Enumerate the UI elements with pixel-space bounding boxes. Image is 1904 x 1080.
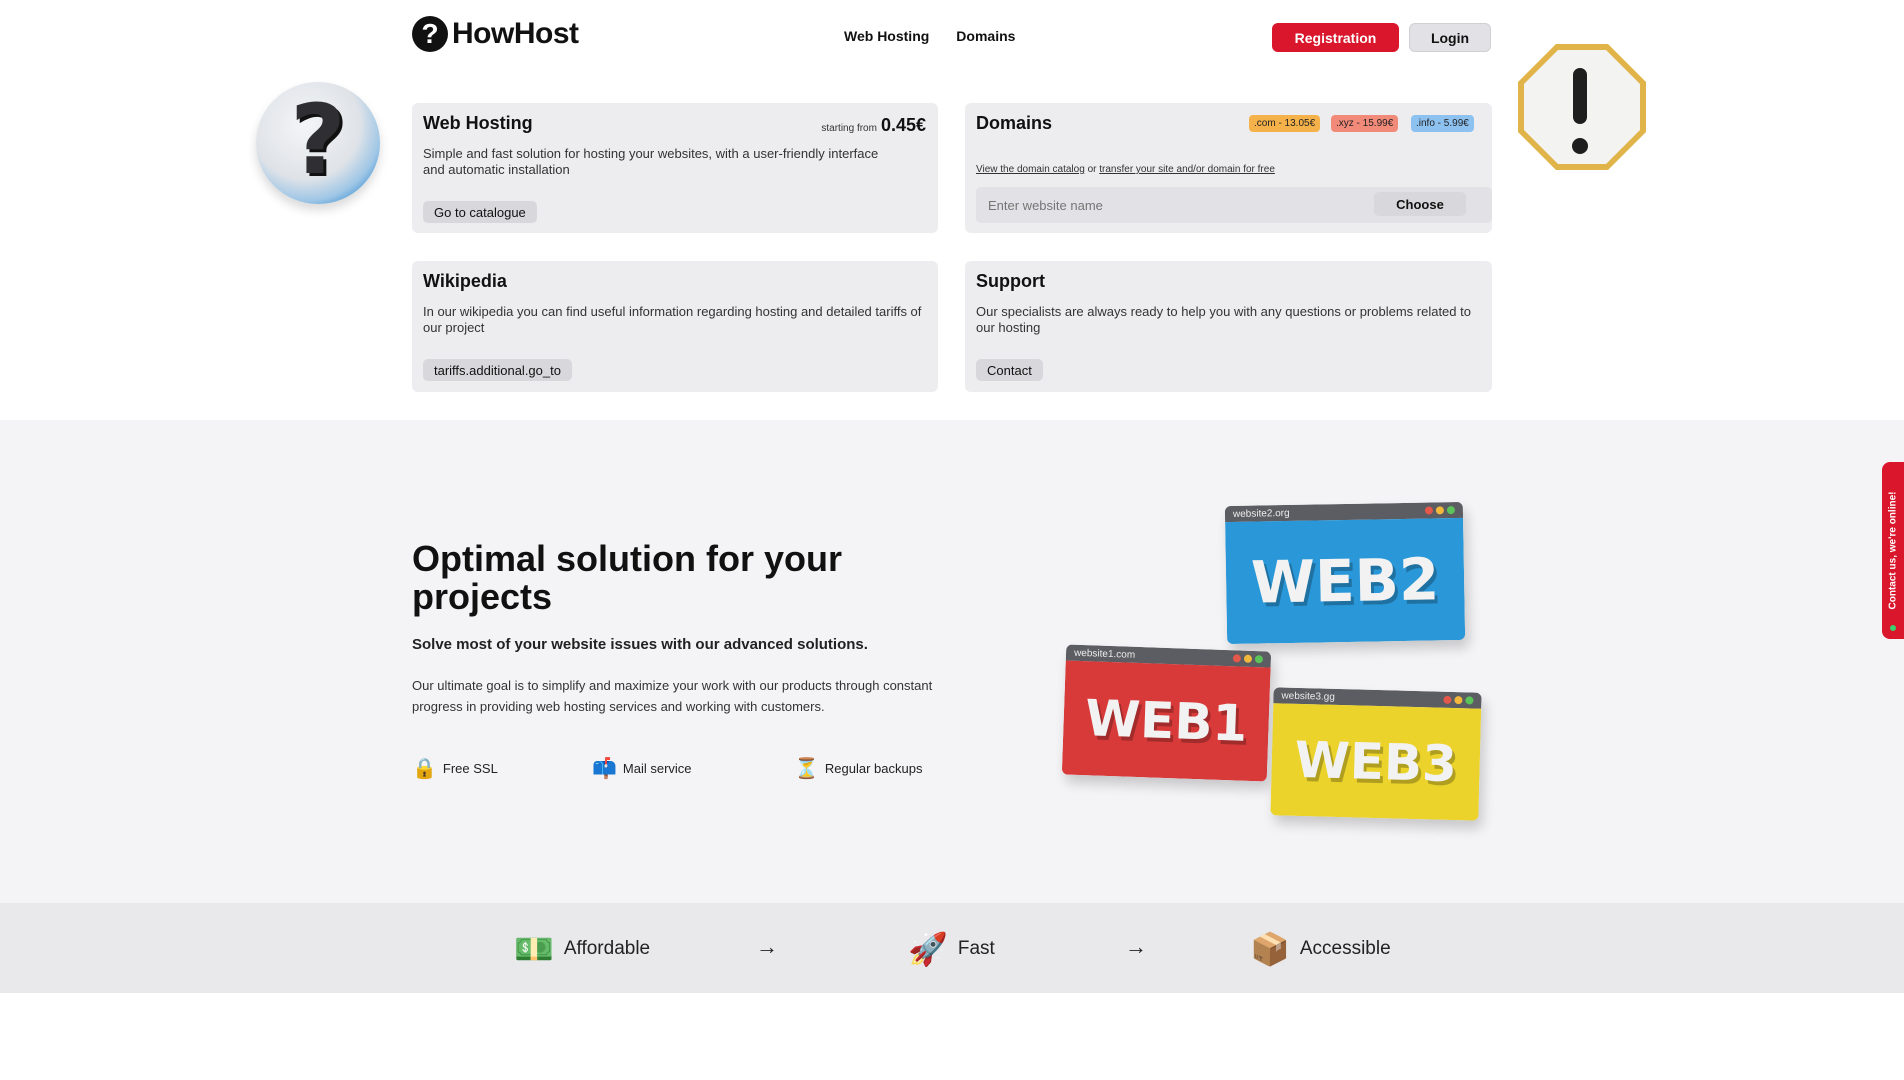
- hero-title: Optimal solution for your projects: [412, 538, 842, 617]
- card-title: Wikipedia: [423, 271, 507, 291]
- mailbox-icon: 📫: [592, 758, 617, 780]
- hero-subtitle: Solve most of your website issues with o…: [412, 636, 868, 653]
- rocket-icon: 🚀: [908, 931, 948, 967]
- card-title: Support: [976, 271, 1045, 291]
- price-value: 0.45€: [880, 115, 926, 135]
- website-window-web2: website2.org WEB2: [1224, 501, 1466, 645]
- window-label: WEB1: [1061, 660, 1271, 782]
- website-window-web3: website3.gg WEB3: [1270, 687, 1482, 821]
- nav-web-hosting[interactable]: Web Hosting: [844, 28, 929, 44]
- benefit-affordable: 💵 Affordable: [514, 930, 650, 968]
- online-indicator-icon: [1890, 625, 1896, 631]
- website-window-web1: website1.com WEB1: [1061, 644, 1272, 782]
- window-url: website1.com: [1073, 647, 1136, 661]
- card-description: In our wikipedia you can find useful inf…: [423, 304, 922, 335]
- logo[interactable]: ? HowHost: [412, 16, 579, 52]
- price-prefix: starting from: [821, 123, 877, 134]
- hero-text: Our ultimate goal is to simplify and max…: [412, 678, 933, 714]
- contact-tab-label: Contact us, we're online!: [1887, 491, 1899, 610]
- logo-question-icon: ?: [412, 16, 448, 52]
- window-label: WEB2: [1225, 517, 1466, 645]
- links-separator: or: [1087, 164, 1097, 175]
- logo-text: HowHost: [452, 17, 579, 50]
- card-description: Our specialists are always ready to help…: [976, 304, 1471, 335]
- price: starting from 0.45€: [821, 115, 926, 136]
- registration-button[interactable]: Registration: [1272, 23, 1399, 52]
- contact-button[interactable]: Contact: [976, 359, 1043, 381]
- feature-mail-service: 📫 Mail service: [592, 756, 692, 781]
- lock-icon: 🔒: [412, 758, 437, 780]
- money-icon: 💵: [514, 931, 554, 967]
- feature-regular-backups: ⏳ Regular backups: [794, 756, 922, 781]
- domain-catalog-link[interactable]: View the domain catalog: [976, 164, 1085, 175]
- card-title: Web Hosting: [423, 113, 533, 133]
- arrow-right-icon: →: [1125, 934, 1147, 959]
- warning-icon: [1518, 44, 1646, 170]
- benefit-fast: 🚀 Fast: [908, 930, 995, 968]
- main-nav: Web Hosting Domains: [844, 28, 1015, 44]
- card-title: Domains: [976, 113, 1053, 133]
- window-url: website3.gg: [1281, 690, 1335, 703]
- transfer-link[interactable]: transfer your site and/or domain for fre…: [1099, 164, 1275, 175]
- benefit-label: Affordable: [563, 938, 651, 959]
- nav-domains[interactable]: Domains: [956, 28, 1015, 44]
- hourglass-icon: ⏳: [794, 758, 819, 780]
- tld-badge-com: .com - 13.05€: [1249, 115, 1321, 132]
- tld-badge-info: .info - 5.99€: [1411, 115, 1474, 132]
- question-mark-icon: ?: [256, 82, 380, 204]
- go-to-catalogue-button[interactable]: Go to catalogue: [423, 201, 537, 223]
- tld-badge-xyz: .xyz - 15.99€: [1331, 115, 1399, 132]
- wiki-go-to-button[interactable]: tariffs.additional.go_to: [423, 359, 572, 381]
- feature-label: Free SSL: [442, 761, 498, 776]
- card-domains: Domains .com - 13.05€ .xyz - 15.99€ .inf…: [965, 103, 1492, 233]
- benefit-accessible: 📦 Accessible: [1250, 930, 1391, 968]
- window-label: WEB3: [1270, 703, 1482, 821]
- feature-label: Mail service: [622, 761, 692, 776]
- card-description: Simple and fast solution for hosting you…: [423, 146, 879, 177]
- benefit-label: Accessible: [1299, 938, 1391, 959]
- features-section: [0, 420, 1904, 903]
- card-wikipedia: Wikipedia In our wikipedia you can find …: [412, 261, 938, 392]
- contact-us-tab[interactable]: Contact us, we're online!: [1882, 462, 1904, 639]
- box-icon: 📦: [1250, 931, 1290, 967]
- choose-button[interactable]: Choose: [1374, 192, 1466, 216]
- domain-links: View the domain catalog or transfer your…: [976, 164, 1275, 175]
- benefit-label: Fast: [957, 938, 995, 959]
- card-support: Support Our specialists are always ready…: [965, 261, 1492, 392]
- arrow-right-icon: →: [756, 934, 778, 959]
- card-web-hosting: Web Hosting starting from 0.45€ Simple a…: [412, 103, 938, 233]
- feature-label: Regular backups: [824, 761, 923, 776]
- window-url: website2.org: [1232, 507, 1290, 520]
- feature-free-ssl: 🔒 Free SSL: [412, 756, 498, 781]
- login-button[interactable]: Login: [1409, 23, 1491, 52]
